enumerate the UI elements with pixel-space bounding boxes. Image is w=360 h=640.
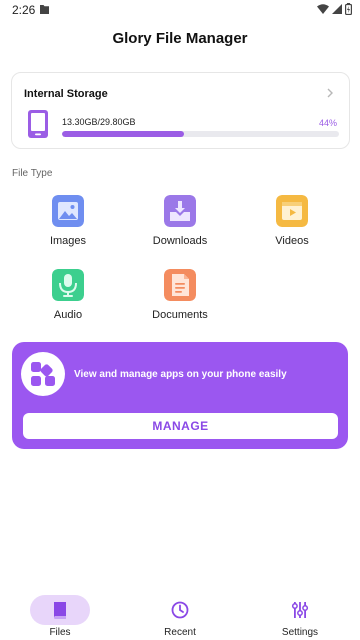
storage-used-text: 13.30GB/29.80GB <box>62 117 136 127</box>
nav-item-settings[interactable]: Settings <box>240 590 360 640</box>
document-icon <box>164 269 196 301</box>
wifi-icon <box>317 4 329 14</box>
storage-title: Internal Storage <box>24 88 108 100</box>
file-type-videos[interactable]: Videos <box>242 195 342 259</box>
status-time: 2:26 <box>12 3 36 17</box>
status-bar: 2:26 <box>0 0 360 20</box>
nav-item-recent[interactable]: Recent <box>120 590 240 640</box>
file-type-section-label: File Type <box>12 168 53 179</box>
app-title: Glory File Manager <box>112 30 248 47</box>
file-type-audio[interactable]: Audio <box>18 269 118 333</box>
manage-button[interactable]: MANAGE <box>23 413 338 439</box>
video-icon <box>276 195 308 227</box>
file-type-documents[interactable]: Documents <box>130 269 230 333</box>
storage-progress-bar <box>62 131 339 137</box>
status-icons <box>317 3 352 15</box>
nav-label: Settings <box>281 627 319 638</box>
file-notification-icon <box>40 5 49 14</box>
file-type-images[interactable]: Images <box>18 195 118 259</box>
chevron-right-icon <box>327 88 333 98</box>
file-type-label: Images <box>49 235 87 247</box>
file-type-label: Audio <box>53 309 83 321</box>
image-icon <box>52 195 84 227</box>
nav-label: Files <box>49 627 71 638</box>
sliders-icon <box>291 602 309 618</box>
manage-apps-card: View and manage apps on your phone easil… <box>12 342 348 449</box>
battery-icon <box>345 3 352 15</box>
file-type-label: Documents <box>152 309 208 321</box>
phone-icon <box>28 110 48 138</box>
manage-apps-text: View and manage apps on your phone easil… <box>74 369 287 380</box>
file-type-downloads[interactable]: Downloads <box>130 195 230 259</box>
file-type-label: Downloads <box>152 235 208 247</box>
nav-item-files[interactable]: Files <box>0 590 120 640</box>
apps-grid-icon <box>31 362 55 386</box>
download-icon <box>164 195 196 227</box>
signal-icon <box>332 4 342 14</box>
nav-label: Recent <box>164 627 196 638</box>
file-type-label: Videos <box>275 235 309 247</box>
book-icon <box>54 602 66 619</box>
apps-icon-container <box>21 352 65 396</box>
bottom-navigation: Files Recent Settings <box>0 590 360 640</box>
storage-percent: 44% <box>318 118 337 128</box>
storage-progress-fill <box>62 131 184 137</box>
microphone-icon <box>52 269 84 301</box>
internal-storage-card[interactable]: Internal Storage 13.30GB/29.80GB 44% <box>11 72 350 149</box>
clock-icon <box>171 601 189 619</box>
